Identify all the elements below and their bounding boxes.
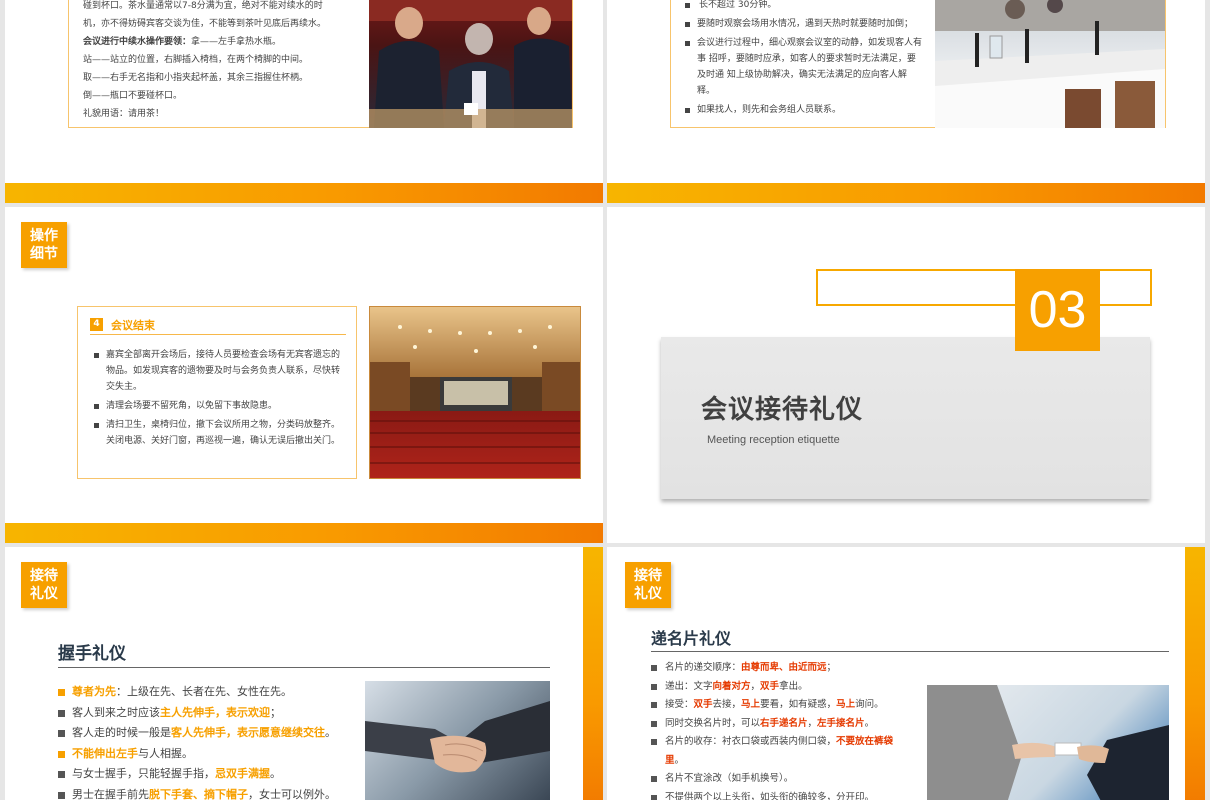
- list-item: 名片的递交顺序：由尊而卑、由近而远；: [651, 659, 911, 678]
- slide-meeting-end[interactable]: 操作 细节 4 会议结束 嘉宾全部离开会场后，接待人员要检查会场有无宾客遗忘的物…: [5, 207, 603, 543]
- list-item: 接受：双手去接，马上要看，如有疑惑，马上询问。: [651, 696, 911, 715]
- section-number: 03: [1028, 281, 1087, 339]
- handshake-photo: [365, 681, 550, 800]
- body-line: 长不超过 30分钟。: [683, 0, 923, 13]
- tag-line: 接待: [634, 568, 662, 584]
- tag-line: 接待: [30, 568, 58, 584]
- section-tag: 接待 礼仪: [21, 562, 67, 608]
- heading-rule: [651, 651, 1169, 652]
- slide-heading: 递名片礼仪: [651, 629, 732, 648]
- bullet-item: 清扫卫生，桌椅归位，撤下会议所用之物，分类码放整齐。关闭电源、关好门窗，再巡视一…: [92, 417, 348, 449]
- slide-water-service[interactable]: 长不超过 30分钟。 要随时观察会场用水情况，遇到天热时就要随时加倒； 会议进行…: [607, 0, 1205, 203]
- list-item: 不提供两个以上头衔，如头衔的确较多，分开印。: [651, 789, 911, 800]
- slide-handshake-etiquette[interactable]: 接待 礼仪 握手礼仪 尊者为先：上级在先、长者在先、女性在先。 客人到来之时应该…: [5, 547, 603, 800]
- people-illustration: [369, 0, 572, 128]
- body-line: 机，亦不得妨碍宾客交谈为佳，不能等到茶叶见底后再续水。: [83, 19, 327, 29]
- handshake-illustration: [365, 701, 550, 773]
- orange-footer-bar: [5, 523, 603, 543]
- sub-heading-tail: 拿——左手拿热水瓶。: [191, 37, 282, 47]
- sub-heading-row: 会议进行中续水操作要领：拿——左手拿热水瓶。: [83, 33, 368, 51]
- tag-line: 操作: [30, 228, 58, 244]
- bullet-item: 要随时观察会场用水情况，遇到天热时就要随时加倒；: [683, 16, 923, 32]
- body-line: 碰到杯口。茶水量通常以7-8分满为宜，绝对不能对续水的时: [83, 1, 323, 11]
- orange-footer-bar: [607, 183, 1205, 203]
- slide-tea-service[interactable]: 碰到杯口。茶水量通常以7-8分满为宜，绝对不能对续水的时 机，亦不得妨碍宾客交谈…: [5, 0, 603, 203]
- step-line: 站——站立的位置，右脚插入椅档，在两个椅脚的中间。: [83, 55, 309, 65]
- tag-line: 细节: [30, 246, 58, 262]
- section-title: 会议接待礼仪: [701, 395, 864, 425]
- content-card: 长不超过 30分钟。 要随时观察会场用水情况，遇到天热时就要随时加倒； 会议进行…: [670, 0, 1166, 128]
- section-subtitle: Meeting reception etiquette: [707, 434, 840, 446]
- tag-line: 礼仪: [30, 586, 58, 602]
- list-item: 递出：文字向着对方，双手拿出。: [651, 678, 911, 697]
- tag-line: 礼仪: [634, 586, 662, 602]
- list-item: 名片不宜涂改（如手机换号）。: [651, 770, 911, 789]
- list-item: 客人走的时候一般是客人先伸手，表示愿意继续交往。: [58, 723, 358, 744]
- conference-table-photo: [935, 0, 1165, 128]
- card-number-badge: 4: [90, 318, 103, 331]
- card-exchange-illustration: [927, 685, 1169, 800]
- heading-rule: [58, 667, 550, 668]
- card-header: 4 会议结束: [90, 315, 346, 335]
- list-item: 客人到来之时应该主人先伸手，表示欢迎；: [58, 703, 358, 724]
- business-card-photo: [927, 685, 1169, 800]
- list-item: 与女士握手，只能轻握手指，忌双手满握。: [58, 764, 358, 785]
- bullet-item: 会议进行过程中，细心观察会议室的动静，如发现客人有事 招呼，要随时应承，如客人的…: [683, 35, 923, 99]
- content-card: 4 会议结束 嘉宾全部离开会场后，接待人员要检查会场有无宾客遗忘的物品。如发现宾…: [77, 306, 357, 479]
- auditorium-illustration: [370, 307, 580, 478]
- title-frame-outline: [816, 269, 1152, 306]
- bullet-item: 清理会场要不留死角，以免留下事故隐患。: [92, 398, 348, 414]
- orange-side-bar: [1185, 547, 1205, 800]
- list-item: 不能伸出左手与人相握。: [58, 744, 358, 765]
- list-item: 男士在握手前先脱下手套、摘下帽子，女士可以例外。: [58, 785, 358, 800]
- table-illustration: [935, 0, 1165, 128]
- orange-side-bar: [583, 547, 603, 800]
- section-number-box: 03: [1015, 269, 1100, 351]
- list-item: 名片的收存：衬衣口袋或西装内侧口袋，不要放在裤袋里。: [651, 733, 911, 770]
- title-panel: 会议接待礼仪 Meeting reception etiquette: [661, 337, 1150, 499]
- list-item: 同时交换名片时，可以右手递名片，左手接名片。: [651, 715, 911, 734]
- slide-heading: 握手礼仪: [58, 644, 126, 664]
- slide-business-card-etiquette[interactable]: 接待 礼仪 递名片礼仪 名片的递交顺序：由尊而卑、由近而远； 递出：文字向着对方…: [607, 547, 1205, 800]
- slide-section-title[interactable]: 03 会议接待礼仪 Meeting reception etiquette: [607, 207, 1205, 543]
- meeting-photo: [369, 0, 572, 128]
- bullet-item: 嘉宾全部离开会场后，接待人员要检查会场有无宾客遗忘的物品。如发现宾客的遗物要及时…: [92, 347, 348, 395]
- step-line: 取——右手无名指和小指夹起杯盖，其余三指握住杯柄。: [83, 73, 309, 83]
- section-tag: 接待 礼仪: [625, 562, 671, 608]
- auditorium-photo: [369, 306, 581, 479]
- content-card: 碰到杯口。茶水量通常以7-8分满为宜，绝对不能对续水的时 机，亦不得妨碍宾客交谈…: [68, 0, 573, 128]
- card-title: 会议结束: [111, 318, 155, 332]
- orange-footer-bar: [5, 183, 603, 203]
- sub-heading: 会议进行中续水操作要领：: [83, 37, 192, 47]
- step-line: 礼貌用语：请用茶！: [83, 109, 165, 119]
- step-line: 倒——瓶口不要碰杯口。: [83, 91, 183, 101]
- bullet-item: 如果找人，则先和会务组人员联系。: [683, 102, 923, 118]
- list-item: 尊者为先：上级在先、长者在先、女性在先。: [58, 682, 358, 703]
- section-tag: 操作 细节: [21, 222, 67, 268]
